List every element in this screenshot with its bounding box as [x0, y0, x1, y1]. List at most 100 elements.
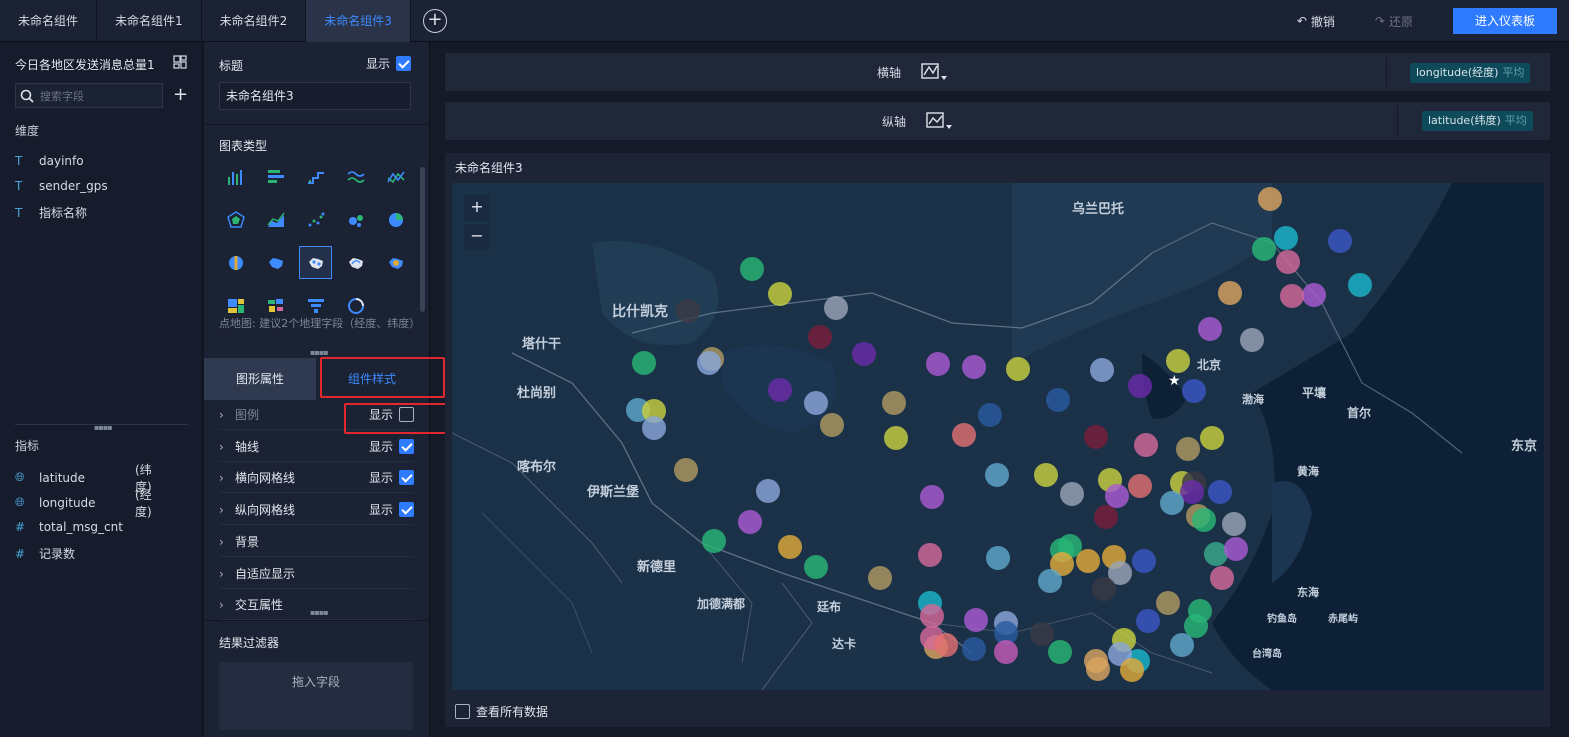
- filter-drop-zone[interactable]: 拖入字段: [219, 662, 413, 730]
- map-point[interactable]: [920, 485, 944, 509]
- map-point[interactable]: [852, 342, 876, 366]
- chart-type-area[interactable]: [259, 203, 292, 236]
- map-point[interactable]: [934, 633, 958, 657]
- map-point[interactable]: [1090, 358, 1114, 382]
- chart-type-bar[interactable]: [219, 160, 252, 193]
- map-point[interactable]: [768, 378, 792, 402]
- map-point[interactable]: [1136, 609, 1160, 633]
- map-point[interactable]: [1160, 491, 1184, 515]
- map-point[interactable]: [1156, 591, 1180, 615]
- chart-type-fill-map[interactable]: [259, 246, 292, 279]
- map-point[interactable]: [1048, 640, 1072, 664]
- map-point[interactable]: [808, 325, 832, 349]
- map-point[interactable]: [868, 566, 892, 590]
- map-point[interactable]: [1006, 357, 1030, 381]
- map-point[interactable]: [1092, 577, 1116, 601]
- view-all-checkbox[interactable]: [455, 704, 470, 719]
- map-point[interactable]: [1252, 237, 1276, 261]
- dimension-field[interactable]: T 指标名称: [15, 204, 87, 221]
- map-point[interactable]: [1094, 505, 1118, 529]
- map-point[interactable]: [1120, 658, 1144, 682]
- map-point[interactable]: [1198, 317, 1222, 341]
- resize-grip-icon[interactable]: ▪▪▪▪: [310, 348, 329, 357]
- map-point[interactable]: [756, 479, 780, 503]
- map-point[interactable]: [1328, 229, 1352, 253]
- map-point[interactable]: [804, 555, 828, 579]
- map-point[interactable]: [964, 608, 988, 632]
- map-point[interactable]: [1176, 437, 1200, 461]
- map-point[interactable]: [1224, 537, 1248, 561]
- chart-type-heat-map[interactable]: [379, 246, 412, 279]
- chart-type-bubble[interactable]: [339, 203, 372, 236]
- point-map[interactable]: 乌兰巴托 比什凯克 塔什干 杜尚别 喀布尔 伊斯兰堡 新德里 加德满都 廷布 达卡 北京 渤海 平壤 首尔…: [452, 183, 1544, 690]
- map-point[interactable]: [1132, 549, 1156, 573]
- map-point[interactable]: [1276, 250, 1300, 274]
- chart-type-scatter[interactable]: [299, 203, 332, 236]
- map-point[interactable]: [962, 355, 986, 379]
- tab-component-2[interactable]: 未命名组件2: [202, 0, 307, 42]
- tab-component-1[interactable]: 未命名组件1: [97, 0, 202, 42]
- title-show-toggle[interactable]: 显示: [366, 55, 412, 72]
- h-grid-show-checkbox[interactable]: [399, 470, 414, 485]
- map-point[interactable]: [1034, 463, 1058, 487]
- map-point[interactable]: [1274, 226, 1298, 250]
- x-axis-field-pill[interactable]: longitude(经度) 平均: [1410, 63, 1531, 83]
- map-point[interactable]: [632, 351, 656, 375]
- map-point[interactable]: [1128, 374, 1152, 398]
- map-point[interactable]: [986, 546, 1010, 570]
- map-point[interactable]: [1240, 328, 1264, 352]
- map-point[interactable]: [978, 403, 1002, 427]
- map-point[interactable]: [778, 535, 802, 559]
- chart-type-line-combo[interactable]: [379, 160, 412, 193]
- view-all-data-toggle[interactable]: 查看所有数据: [455, 703, 548, 720]
- map-point[interactable]: [985, 463, 1009, 487]
- map-point[interactable]: [1038, 569, 1062, 593]
- axis-show-checkbox[interactable]: [399, 439, 414, 454]
- map-point[interactable]: [962, 637, 986, 661]
- map-point[interactable]: [1128, 474, 1152, 498]
- map-point[interactable]: [1030, 622, 1054, 646]
- measure-field[interactable]: # total_msg_cnt: [15, 520, 123, 534]
- map-point[interactable]: [1222, 512, 1246, 536]
- zoom-out-button[interactable]: −: [464, 224, 490, 250]
- chart-type-region-map[interactable]: [219, 246, 252, 279]
- map-point[interactable]: [1258, 187, 1282, 211]
- map-point[interactable]: [820, 413, 844, 437]
- map-point[interactable]: [1188, 599, 1212, 623]
- map-point[interactable]: [1280, 284, 1304, 308]
- chart-type-bar-horizontal[interactable]: [259, 160, 292, 193]
- x-axis-bar[interactable]: 横轴 longitude(经度) 平均: [445, 53, 1550, 91]
- map-point[interactable]: [1192, 508, 1216, 532]
- field-search-input[interactable]: 搜索字段: [15, 83, 163, 108]
- map-point[interactable]: [1060, 482, 1084, 506]
- map-point[interactable]: [804, 391, 828, 415]
- map-point[interactable]: [676, 299, 700, 323]
- measure-field[interactable]: 🌐︎ longitude (经度): [15, 488, 152, 519]
- map-point[interactable]: [994, 640, 1018, 664]
- map-point[interactable]: [674, 458, 698, 482]
- map-point[interactable]: [1084, 425, 1108, 449]
- map-point[interactable]: [1218, 281, 1242, 305]
- map-point[interactable]: [926, 352, 950, 376]
- chart-type-pie[interactable]: [379, 203, 412, 236]
- title-input[interactable]: 未命名组件3: [219, 82, 411, 110]
- map-point[interactable]: [920, 604, 944, 628]
- chart-type-radar[interactable]: [219, 203, 252, 236]
- y-axis-chart-type-icon[interactable]: [926, 110, 952, 132]
- axis-show-toggle[interactable]: 显示: [369, 438, 414, 455]
- map-point[interactable]: [642, 416, 666, 440]
- map-point[interactable]: [740, 257, 764, 281]
- map-point[interactable]: [768, 282, 792, 306]
- resize-grip-icon[interactable]: ▪▪▪▪: [310, 608, 329, 617]
- v-grid-show-checkbox[interactable]: [399, 502, 414, 517]
- h-grid-show-toggle[interactable]: 显示: [369, 469, 414, 486]
- property-row-v-grid[interactable]: › 纵向网格线 显示: [219, 495, 414, 525]
- chart-type-scrollbar[interactable]: [420, 167, 425, 312]
- chart-type-flow-map[interactable]: [339, 246, 372, 279]
- v-grid-show-toggle[interactable]: 显示: [369, 501, 414, 518]
- chart-type-step[interactable]: [299, 160, 332, 193]
- tab-component-3[interactable]: 未命名组件3: [306, 0, 411, 42]
- y-axis-bar[interactable]: 纵轴 latitude(纬度) 平均: [445, 102, 1550, 140]
- map-point[interactable]: [1166, 349, 1190, 373]
- tab-component-0[interactable]: 未命名组件: [0, 0, 98, 42]
